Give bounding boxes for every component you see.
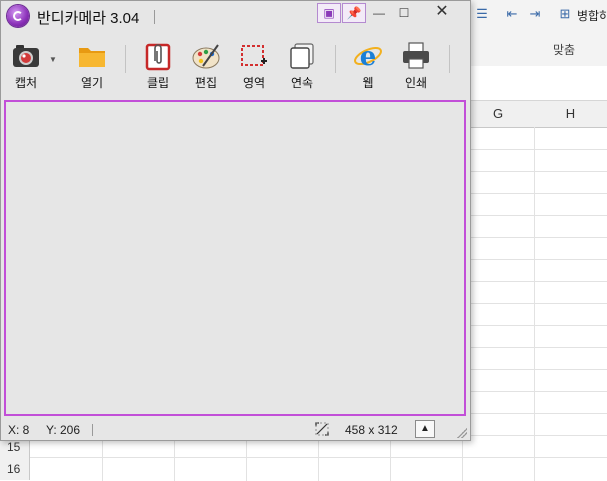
continuous-capture-icon [287, 39, 317, 71]
clip-label: 클립 [146, 76, 170, 90]
alignment-group-label: 맞춤 [553, 43, 576, 57]
cursor-y-readout: Y: 206 [46, 423, 81, 437]
close-button[interactable]: ✕ [420, 1, 464, 23]
web-button[interactable]: e 웹 [345, 39, 391, 91]
print-label: 인쇄 [404, 76, 428, 90]
region-button[interactable]: 영역 [231, 39, 277, 91]
clip-button[interactable]: 클립 [135, 39, 181, 91]
continuous-button[interactable]: 연속 [279, 39, 325, 91]
capture-button[interactable]: 캡처 [3, 39, 49, 91]
grid-line [0, 457, 607, 458]
cursor-x-readout: X: 8 [8, 423, 30, 437]
decrease-indent-icon[interactable]: ⇤ [503, 6, 521, 22]
grid-line [534, 127, 535, 481]
merge-button-label[interactable]: 병합하 [577, 7, 607, 24]
toolbar-separator [449, 45, 450, 73]
capture-region-frame[interactable] [4, 100, 466, 416]
status-bar: X: 8 Y: 206 458 x 312 ▲ [1, 419, 470, 440]
minimize-button[interactable]: — [367, 3, 391, 23]
printer-icon [401, 39, 431, 71]
capture-area-mode-icon[interactable]: ▣ [317, 3, 341, 23]
toolbar: 캡처 ▼ 열기 클립 편집 영역 연속 e 웹 인쇄 [1, 31, 470, 97]
edit-label: 편집 [194, 76, 218, 90]
bandicam-logo-icon[interactable] [7, 5, 29, 27]
toolbar-separator [335, 45, 336, 73]
status-separator [92, 424, 93, 436]
internet-explorer-icon: e [353, 39, 383, 72]
open-label: 열기 [80, 76, 104, 90]
row-header-16[interactable]: 16 [0, 458, 30, 480]
camera-icon [11, 39, 41, 71]
expand-button[interactable]: ▲ [415, 420, 435, 438]
column-header-g[interactable]: G [462, 101, 535, 128]
clip-icon [143, 39, 173, 71]
edit-button[interactable]: 편집 [183, 39, 229, 91]
bandicam-window: 반디카메라 3.04 ▣ 📌 — ☐ ✕ 캡처 ▼ 열기 클립 편집 영역 연속… [0, 0, 471, 441]
resize-region-icon[interactable] [314, 421, 330, 440]
region-select-icon [239, 39, 269, 71]
region-label: 영역 [242, 76, 266, 90]
palette-icon [191, 39, 221, 71]
column-header-h[interactable]: H [534, 101, 607, 128]
title-separator [154, 10, 155, 24]
wrap-text-icon[interactable]: ☰ [473, 6, 491, 22]
merge-cells-icon[interactable]: ⊞ [556, 6, 574, 22]
pin-icon[interactable]: 📌 [342, 3, 366, 23]
folder-icon [77, 39, 107, 71]
open-button[interactable]: 열기 [69, 39, 115, 91]
toolbar-separator [125, 45, 126, 73]
print-button[interactable]: 인쇄 [393, 39, 439, 91]
continuous-label: 연속 [290, 76, 314, 90]
web-label: 웹 [362, 76, 374, 90]
capture-label: 캡처 [14, 76, 38, 90]
svg-text:e: e [360, 42, 377, 71]
resize-grip-icon[interactable] [457, 428, 467, 438]
region-size-readout: 458 x 312 [345, 423, 398, 437]
window-title: 반디카메라 3.04 [37, 10, 140, 27]
maximize-button[interactable]: ☐ [392, 3, 416, 23]
increase-indent-icon[interactable]: ⇥ [526, 6, 544, 22]
capture-dropdown-icon[interactable]: ▼ [49, 55, 57, 64]
title-bar[interactable]: 반디카메라 3.04 ▣ 📌 — ☐ ✕ [1, 1, 470, 31]
